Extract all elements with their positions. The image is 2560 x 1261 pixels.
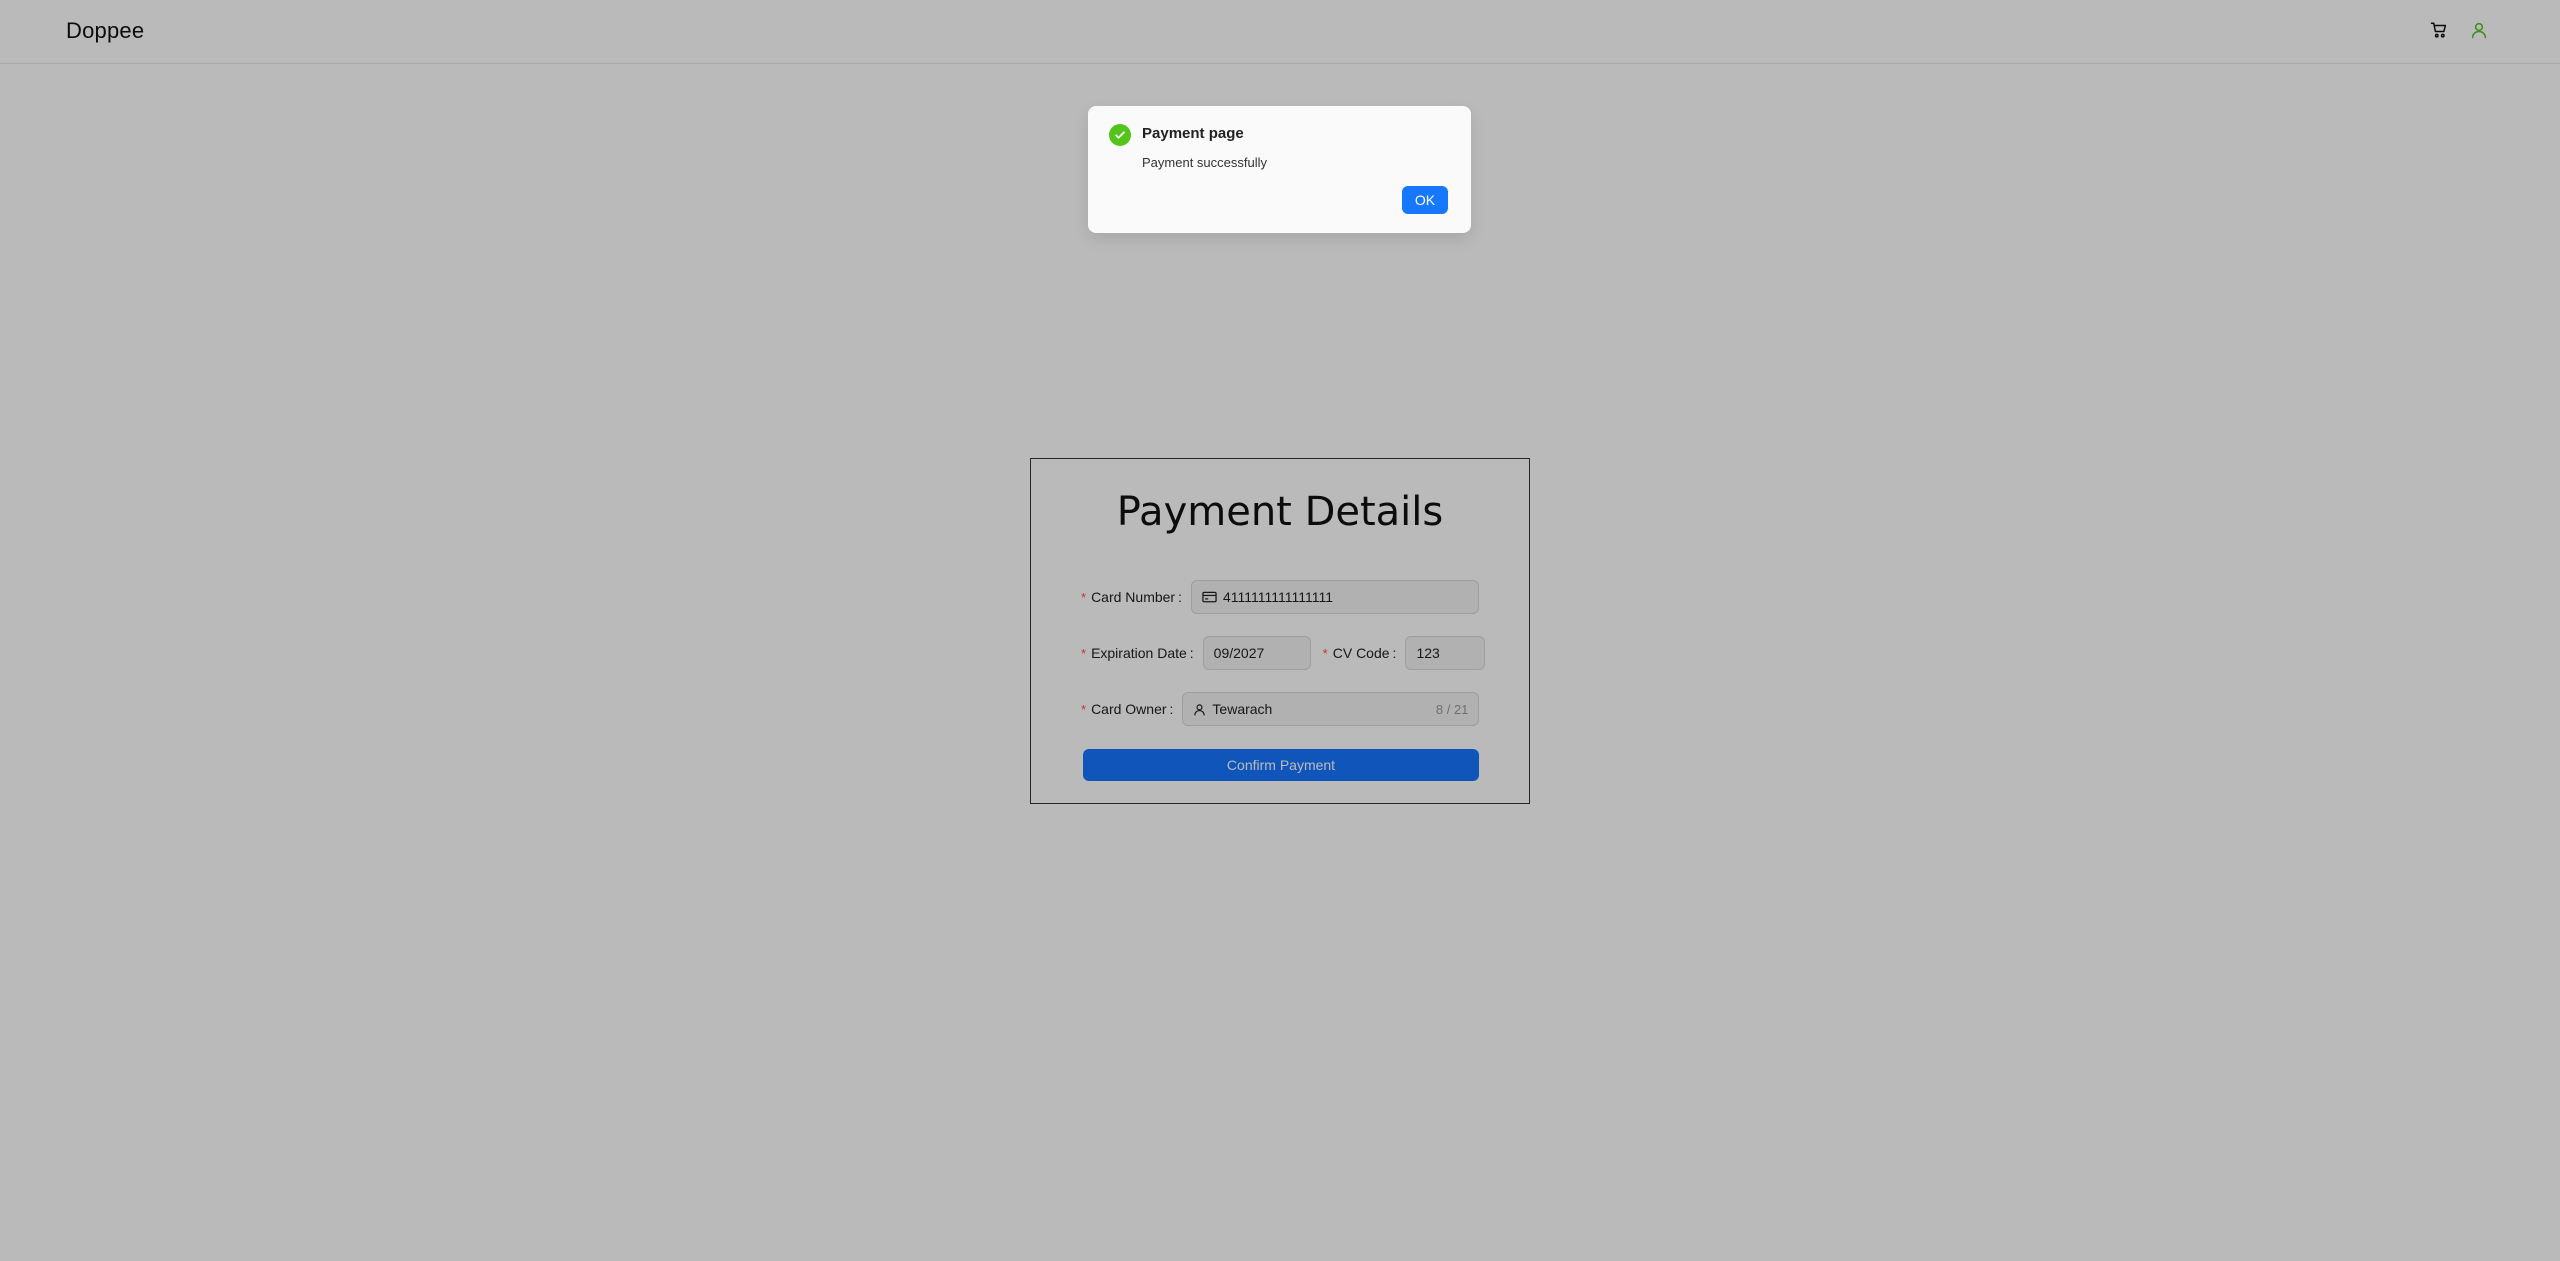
modal-message: Payment successfully bbox=[1142, 155, 1267, 170]
payment-success-modal: Payment page Payment successfully OK bbox=[1088, 106, 1471, 233]
modal-title: Payment page bbox=[1142, 125, 1244, 142]
check-circle-icon bbox=[1109, 124, 1131, 146]
ok-button[interactable]: OK bbox=[1402, 186, 1448, 214]
